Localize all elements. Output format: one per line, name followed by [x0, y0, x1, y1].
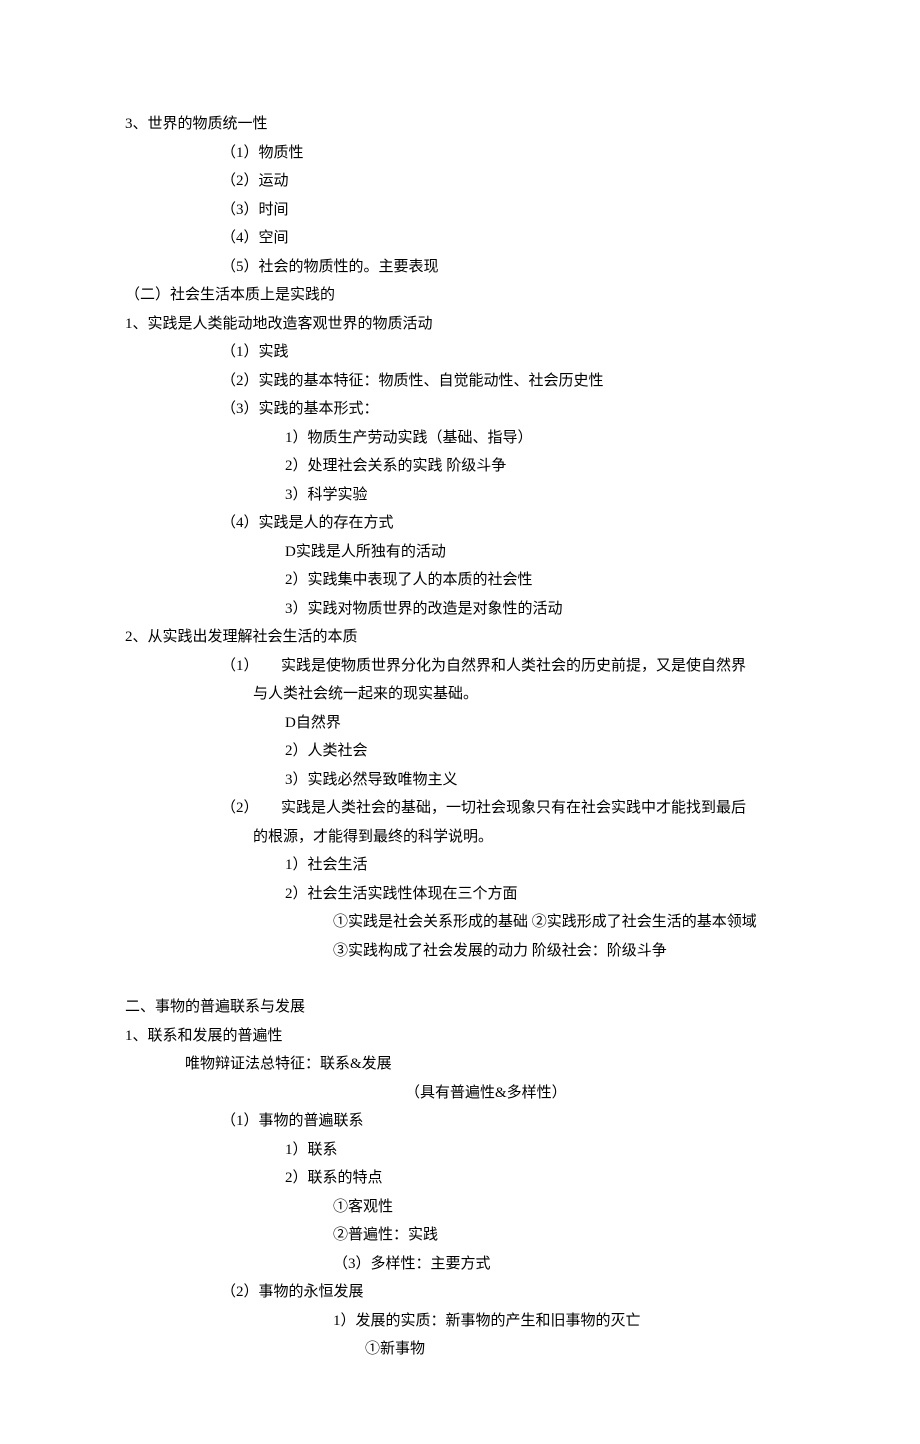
outline-line: ③实践构成了社会发展的动力 阶级社会：阶级斗争: [125, 937, 795, 966]
outline-line: 3）实践必然导致唯物主义: [125, 766, 795, 795]
outline-line: 唯物辩证法总特征：联系&发展: [125, 1050, 795, 1079]
outline-line: ②普遍性：实践: [125, 1221, 795, 1250]
outline-line: （具有普遍性&多样性）: [125, 1079, 795, 1108]
outline-line: 3）科学实验: [125, 481, 795, 510]
outline-line: D自然界: [125, 709, 795, 738]
outline-line: 1、联系和发展的普遍性: [125, 1022, 795, 1051]
outline-line: （1） 实践是使物质世界分化为自然界和人类社会的历史前提，又是使自然界: [125, 652, 795, 681]
outline-line: 2）实践集中表现了人的本质的社会性: [125, 566, 795, 595]
outline-line: （二）社会生活本质上是实践的: [125, 281, 795, 310]
outline-line: 二、事物的普遍联系与发展: [125, 993, 795, 1022]
outline-line: （5）社会的物质性的。主要表现: [125, 253, 795, 282]
outline-line: 1、实践是人类能动地改造客观世界的物质活动: [125, 310, 795, 339]
outline-line: ①实践是社会关系形成的基础 ②实践形成了社会生活的基本领域: [125, 908, 795, 937]
outline-line: （3）多样性：主要方式: [125, 1250, 795, 1279]
outline-line: 3、世界的物质统一性: [125, 110, 795, 139]
outline-line: （3）时间: [125, 196, 795, 225]
outline-line: 2）处理社会关系的实践 阶级斗争: [125, 452, 795, 481]
outline-line: ①客观性: [125, 1193, 795, 1222]
outline-line: （4）实践是人的存在方式: [125, 509, 795, 538]
outline-line: （2）实践的基本特征：物质性、自觉能动性、社会历史性: [125, 367, 795, 396]
outline-line: （2）事物的永恒发展: [125, 1278, 795, 1307]
outline-line: （4）空间: [125, 224, 795, 253]
outline-line: （1）实践: [125, 338, 795, 367]
outline-line: （2） 实践是人类社会的基础，一切社会现象只有在社会实践中才能找到最后: [125, 794, 795, 823]
outline-line: （1）事物的普遍联系: [125, 1107, 795, 1136]
outline-line: （3）实践的基本形式：: [125, 395, 795, 424]
outline-line: 1）物质生产劳动实践（基础、指导）: [125, 424, 795, 453]
outline-line: 1）联系: [125, 1136, 795, 1165]
outline-line: 1）发展的实质：新事物的产生和旧事物的灭亡: [125, 1307, 795, 1336]
outline-line: ①新事物: [125, 1335, 795, 1364]
document-outline: 3、世界的物质统一性（1）物质性（2）运动（3）时间（4）空间（5）社会的物质性…: [125, 110, 795, 1364]
outline-line: 2）联系的特点: [125, 1164, 795, 1193]
outline-line: 2）人类社会: [125, 737, 795, 766]
outline-line: 1）社会生活: [125, 851, 795, 880]
outline-line: 2）社会生活实践性体现在三个方面: [125, 880, 795, 909]
outline-line: 2、从实践出发理解社会生活的本质: [125, 623, 795, 652]
outline-line: （1）物质性: [125, 139, 795, 168]
outline-line: 与人类社会统一起来的现实基础。: [125, 680, 795, 709]
outline-line: D实践是人所独有的活动: [125, 538, 795, 567]
outline-line: 的根源，才能得到最终的科学说明。: [125, 823, 795, 852]
outline-line: [125, 965, 795, 993]
outline-line: （2）运动: [125, 167, 795, 196]
outline-line: 3）实践对物质世界的改造是对象性的活动: [125, 595, 795, 624]
